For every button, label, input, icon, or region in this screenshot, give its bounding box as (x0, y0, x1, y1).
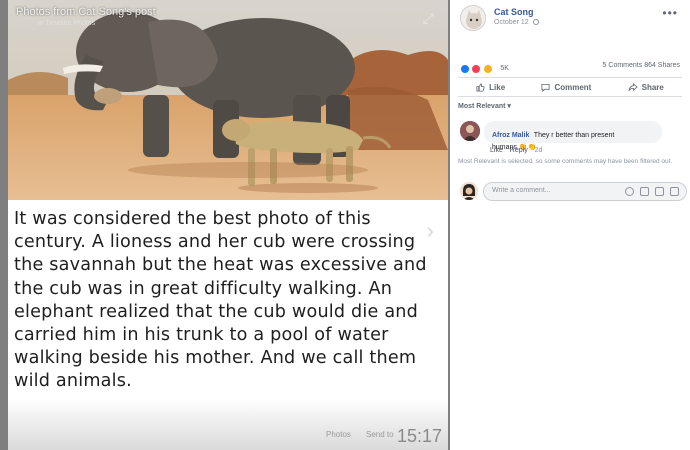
expand-icon[interactable]: ⤢ (423, 10, 434, 27)
composer-icons (625, 187, 679, 196)
photo-subcaption: in Timeline Photos (38, 20, 96, 27)
comment-bubble: Afroz Malik They r better than present h… (484, 121, 662, 151)
post-date[interactable]: October 12 (494, 19, 539, 26)
comment-label: Comment (554, 82, 592, 92)
comment-text: They r better than present (533, 132, 615, 139)
author-name[interactable]: Cat Song (494, 7, 534, 17)
person-avatar-icon (460, 182, 478, 200)
share-icon (628, 82, 638, 91)
more-options-icon[interactable]: ••• (662, 6, 678, 20)
cat-avatar-icon (461, 6, 485, 30)
elephant-lioness-photo (8, 0, 448, 200)
comment-icon (541, 83, 550, 92)
gif-icon[interactable] (655, 187, 664, 196)
my-avatar (460, 182, 478, 200)
divider (458, 77, 682, 78)
thumbs-up-icon (476, 82, 485, 92)
comment-reply-link[interactable]: Reply (510, 147, 528, 154)
like-button[interactable]: Like (476, 80, 505, 94)
photos-label: Photos (326, 430, 351, 439)
commenter-avatar[interactable] (460, 121, 480, 141)
shares-count[interactable]: 864 Shares (644, 62, 680, 69)
post-actions: Like Comment Share (458, 80, 682, 94)
camera-icon[interactable] (640, 187, 649, 196)
comment-input-placeholder: Write a comment... (492, 187, 551, 194)
comment-input[interactable]: Write a comment... (483, 182, 687, 201)
reactions-summary[interactable]: 5K (460, 60, 509, 78)
reaction-count: 5K (500, 65, 509, 73)
clock-time: 15:17 (396, 426, 442, 446)
photo-caption: Photos from Cat Song's post (16, 6, 156, 18)
emoji-icon[interactable] (625, 187, 634, 196)
comment-like-link[interactable]: Like (490, 147, 503, 154)
share-label: Share (641, 82, 664, 92)
wow-reaction-icon (482, 63, 493, 74)
like-label: Like (489, 82, 506, 92)
media-viewer: Photos from Cat Song's post in Timeline … (0, 0, 450, 450)
person-avatar-icon (460, 121, 480, 141)
send-to-label: Send to (366, 430, 394, 439)
filter-notice: Most Relevant is selected, so some comme… (458, 158, 673, 165)
story-text: It was considered the best photo of this… (14, 209, 427, 392)
love-reaction-icon (471, 63, 482, 74)
chevron-right-icon[interactable]: › (427, 218, 434, 244)
comments-count[interactable]: 5 Comments (603, 62, 643, 69)
comment-sort-dropdown[interactable]: Most Relevant ▾ (458, 102, 511, 110)
globe-icon (532, 19, 539, 26)
divider (458, 96, 682, 97)
commenter-name[interactable]: Afroz Malik (492, 132, 529, 139)
post-photo[interactable]: Photos from Cat Song's post in Timeline … (8, 0, 448, 200)
comment-button[interactable]: Comment (541, 80, 591, 94)
author-avatar[interactable] (460, 5, 486, 31)
post-date-text: October 12 (494, 19, 529, 26)
comment-actions: Like Reply 2d (490, 147, 547, 154)
phone-bottom-bar (8, 398, 448, 450)
comment-time[interactable]: 2d (535, 147, 543, 154)
like-reaction-icon (460, 63, 470, 74)
share-button[interactable]: Share (628, 80, 664, 94)
post-stats: 5 Comments 864 Shares (603, 62, 680, 69)
post-panel: Cat Song October 12 ••• 5K 5 Comments 86… (450, 0, 690, 450)
sticker-icon[interactable] (670, 187, 679, 196)
